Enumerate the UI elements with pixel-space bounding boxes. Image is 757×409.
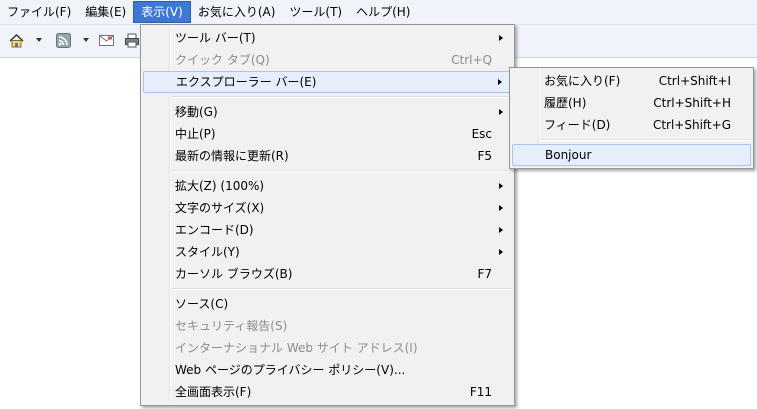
shortcut-label: Ctrl+Shift+G xyxy=(652,118,731,132)
menu-item-label: 文字のサイズ(X) xyxy=(175,201,265,215)
menu-item-encoding[interactable]: エンコード(D) xyxy=(143,219,512,241)
feed-dropdown-arrow[interactable] xyxy=(83,38,89,42)
menu-item-international-address: インターナショナル Web サイト アドレス(I) xyxy=(143,337,512,359)
menu-help[interactable]: ヘルプ(H) xyxy=(349,1,417,23)
menu-item-label: カーソル ブラウズ(B) xyxy=(175,267,293,281)
menu-item-privacy-policy[interactable]: Web ページのプライバシー ポリシー(V)... xyxy=(143,359,512,381)
menu-edit[interactable]: 編集(E) xyxy=(78,1,133,23)
submenu-arrow-icon xyxy=(499,249,503,255)
menu-item-explorer-bars[interactable]: エクスプローラー バー(E) xyxy=(143,71,512,93)
shortcut-label: F7 xyxy=(477,267,492,281)
home-dropdown-arrow[interactable] xyxy=(36,38,42,42)
mail-icon[interactable] xyxy=(98,32,115,49)
submenu-arrow-icon xyxy=(499,227,503,233)
menu-file[interactable]: ファイル(F) xyxy=(0,1,78,23)
menu-item-style[interactable]: スタイル(Y) xyxy=(143,241,512,263)
menu-item-label: 最新の情報に更新(R) xyxy=(175,149,289,163)
menu-item-label: Web ページのプライバシー ポリシー(V)... xyxy=(175,363,406,377)
menu-item-label: クイック タブ(Q) xyxy=(175,53,270,67)
home-icon[interactable] xyxy=(8,32,25,49)
menu-item-label: Bonjour xyxy=(545,148,592,162)
menu-item-label: 拡大(Z) (100%) xyxy=(175,179,265,193)
menu-item-go-to[interactable]: 移動(G) xyxy=(143,101,512,123)
shortcut-label: F5 xyxy=(477,149,492,163)
menu-separator xyxy=(171,96,512,98)
browser-window: ファイル(F) 編集(E) 表示(V) お気に入り(A) ツール(T) ヘルプ(… xyxy=(0,0,757,409)
menu-item-refresh[interactable]: 最新の情報に更新(R) F5 xyxy=(143,145,512,167)
shortcut-label: Esc xyxy=(471,127,492,141)
submenu-item-favorites[interactable]: お気に入り(F) Ctrl+Shift+I xyxy=(512,70,751,92)
submenu-item-feeds[interactable]: フィード(D) Ctrl+Shift+G xyxy=(512,114,751,136)
menu-item-label: ソース(C) xyxy=(175,297,229,311)
shortcut-label: F11 xyxy=(469,385,492,399)
print-icon[interactable] xyxy=(124,32,141,49)
menu-item-label: 履歴(H) xyxy=(544,96,587,110)
menu-item-full-screen[interactable]: 全画面表示(F) F11 xyxy=(143,381,512,403)
menu-tools[interactable]: ツール(T) xyxy=(282,1,349,23)
submenu-item-bonjour[interactable]: Bonjour xyxy=(512,144,751,166)
menu-favorites[interactable]: お気に入り(A) xyxy=(191,1,283,23)
explorer-bars-submenu: お気に入り(F) Ctrl+Shift+I 履歴(H) Ctrl+Shift+H… xyxy=(509,67,754,169)
menu-item-label: エンコード(D) xyxy=(175,223,254,237)
shortcut-label: Ctrl+Shift+H xyxy=(653,96,731,110)
rss-feed-icon[interactable] xyxy=(55,32,72,49)
menu-separator xyxy=(171,288,512,290)
view-menu-dropdown: ツール バー(T) クイック タブ(Q) Ctrl+Q エクスプローラー バー(… xyxy=(140,24,515,406)
menu-item-quick-tabs: クイック タブ(Q) Ctrl+Q xyxy=(143,49,512,71)
shortcut-label: Ctrl+Shift+I xyxy=(658,74,731,88)
menu-item-label: 中止(P) xyxy=(175,127,216,141)
submenu-arrow-icon xyxy=(499,35,503,41)
menu-separator xyxy=(540,139,751,141)
menu-bar: ファイル(F) 編集(E) 表示(V) お気に入り(A) ツール(T) ヘルプ(… xyxy=(0,0,757,25)
submenu-arrow-icon xyxy=(499,205,503,211)
menu-item-label: 全画面表示(F) xyxy=(175,385,252,399)
menu-item-zoom[interactable]: 拡大(Z) (100%) xyxy=(143,175,512,197)
submenu-arrow-icon xyxy=(499,183,503,189)
menu-item-label: フィード(D) xyxy=(544,118,611,132)
menu-item-stop[interactable]: 中止(P) Esc xyxy=(143,123,512,145)
menu-item-source[interactable]: ソース(C) xyxy=(143,293,512,315)
shortcut-label: Ctrl+Q xyxy=(451,53,492,67)
submenu-item-history[interactable]: 履歴(H) Ctrl+Shift+H xyxy=(512,92,751,114)
menu-separator xyxy=(171,170,512,172)
menu-item-label: インターナショナル Web サイト アドレス(I) xyxy=(175,341,418,355)
menu-item-security-report: セキュリティ報告(S) xyxy=(143,315,512,337)
menu-item-caret-browsing[interactable]: カーソル ブラウズ(B) F7 xyxy=(143,263,512,285)
menu-item-label: セキュリティ報告(S) xyxy=(175,319,288,333)
menu-item-label: お気に入り(F) xyxy=(544,74,621,88)
submenu-arrow-icon xyxy=(499,109,503,115)
menu-item-label: スタイル(Y) xyxy=(175,245,240,259)
menu-item-label: 移動(G) xyxy=(175,105,218,119)
menu-view[interactable]: 表示(V) xyxy=(133,1,191,23)
menu-item-text-size[interactable]: 文字のサイズ(X) xyxy=(143,197,512,219)
menu-item-label: ツール バー(T) xyxy=(175,31,256,45)
menu-item-label: エクスプローラー バー(E) xyxy=(176,75,317,89)
menu-item-toolbars[interactable]: ツール バー(T) xyxy=(143,27,512,49)
submenu-arrow-icon xyxy=(498,79,502,85)
